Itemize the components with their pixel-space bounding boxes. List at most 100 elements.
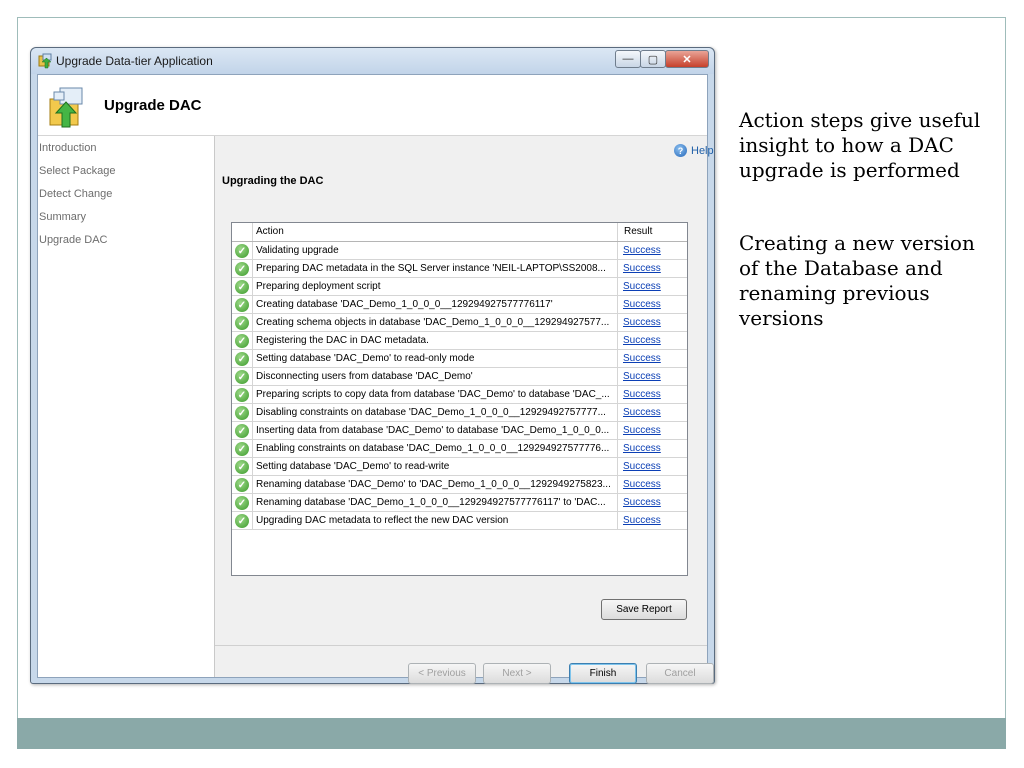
title-bar[interactable]: Upgrade Data-tier Application — ▢ ✕ bbox=[31, 48, 714, 74]
table-row[interactable]: ✓ Disconnecting users from database 'DAC_… bbox=[232, 368, 687, 386]
column-divider bbox=[252, 368, 253, 386]
nav-item-select-package[interactable]: Select Package bbox=[39, 165, 115, 177]
minimize-button[interactable]: — bbox=[615, 50, 641, 68]
previous-button[interactable]: < Previous bbox=[408, 663, 476, 684]
column-divider bbox=[617, 242, 618, 260]
row-result-link[interactable]: Success bbox=[623, 389, 661, 400]
success-check-icon: ✓ bbox=[235, 496, 249, 510]
nav-item-detect-change[interactable]: Detect Change bbox=[39, 188, 112, 200]
upgrade-dac-icon bbox=[49, 87, 83, 128]
cancel-button[interactable]: Cancel bbox=[646, 663, 714, 684]
row-result-link[interactable]: Success bbox=[623, 461, 661, 472]
row-result-link[interactable]: Success bbox=[623, 281, 661, 292]
page-title: Upgrade DAC bbox=[104, 97, 202, 114]
column-divider bbox=[252, 386, 253, 404]
success-check-icon: ✓ bbox=[235, 262, 249, 276]
row-result-link[interactable]: Success bbox=[623, 425, 661, 436]
row-action: Creating schema objects in database 'DAC… bbox=[256, 317, 610, 328]
close-icon: ✕ bbox=[682, 53, 692, 66]
column-divider bbox=[617, 332, 618, 350]
row-result-link[interactable]: Success bbox=[623, 263, 661, 274]
table-row[interactable]: ✓ Creating database 'DAC_Demo_1_0_0_0__12… bbox=[232, 296, 687, 314]
table-row[interactable]: ✓ Enabling constraints on database 'DAC_D… bbox=[232, 440, 687, 458]
table-row[interactable]: ✓ Preparing DAC metadata in the SQL Serve… bbox=[232, 260, 687, 278]
nav-item-summary[interactable]: Summary bbox=[39, 211, 86, 223]
success-check-icon: ✓ bbox=[235, 406, 249, 420]
footer-divider bbox=[215, 645, 707, 646]
previous-label: < Previous bbox=[418, 668, 466, 679]
column-divider bbox=[252, 314, 253, 332]
success-check-icon: ✓ bbox=[235, 370, 249, 384]
table-row[interactable]: ✓ Setting database 'DAC_Demo' to read-onl… bbox=[232, 350, 687, 368]
column-divider bbox=[617, 440, 618, 458]
finish-button[interactable]: Finish bbox=[569, 663, 637, 684]
slide-note-action-steps: Action steps give useful insight to how … bbox=[739, 108, 981, 182]
column-header-result[interactable]: Result bbox=[624, 226, 652, 237]
column-divider bbox=[617, 404, 618, 422]
success-check-icon: ✓ bbox=[235, 298, 249, 312]
next-label: Next > bbox=[502, 668, 532, 679]
table-row[interactable]: ✓ Renaming database 'DAC_Demo_1_0_0_0__12… bbox=[232, 494, 687, 512]
success-check-icon: ✓ bbox=[235, 244, 249, 258]
nav-item-introduction[interactable]: Introduction bbox=[39, 142, 96, 154]
column-divider bbox=[617, 314, 618, 332]
row-result-link[interactable]: Success bbox=[623, 407, 661, 418]
save-report-button[interactable]: Save Report bbox=[601, 599, 687, 620]
column-divider bbox=[252, 278, 253, 296]
wizard-nav: Introduction Select Package Detect Chang… bbox=[38, 136, 215, 677]
row-result-link[interactable]: Success bbox=[623, 299, 661, 310]
column-divider bbox=[252, 404, 253, 422]
table-row[interactable]: ✓ Disabling constraints on database 'DAC_… bbox=[232, 404, 687, 422]
column-divider bbox=[252, 296, 253, 314]
table-row[interactable]: ✓ Inserting data from database 'DAC_Demo'… bbox=[232, 422, 687, 440]
action-results-grid[interactable]: Action Result ✓ Validating upgrade Success… bbox=[231, 222, 688, 576]
column-divider bbox=[617, 512, 618, 530]
success-check-icon: ✓ bbox=[235, 334, 249, 348]
column-header-action[interactable]: Action bbox=[256, 226, 284, 237]
column-divider bbox=[617, 386, 618, 404]
row-result-link[interactable]: Success bbox=[623, 371, 661, 382]
row-result-link[interactable]: Success bbox=[623, 335, 661, 346]
table-row[interactable]: ✓ Validating upgrade Success bbox=[232, 242, 687, 260]
table-row[interactable]: ✓ Preparing deployment script Success bbox=[232, 278, 687, 296]
column-divider bbox=[617, 278, 618, 296]
table-row[interactable]: ✓ Preparing scripts to copy data from dat… bbox=[232, 386, 687, 404]
row-action: Creating database 'DAC_Demo_1_0_0_0__129… bbox=[256, 299, 553, 310]
column-divider bbox=[617, 296, 618, 314]
row-result-link[interactable]: Success bbox=[623, 443, 661, 454]
row-action: Disabling constraints on database 'DAC_D… bbox=[256, 407, 606, 418]
row-action: Preparing DAC metadata in the SQL Server… bbox=[256, 263, 606, 274]
row-result-link[interactable]: Success bbox=[623, 245, 661, 256]
row-action: Renaming database 'DAC_Demo_1_0_0_0__129… bbox=[256, 497, 606, 508]
close-button[interactable]: ✕ bbox=[665, 50, 709, 68]
slide-note-new-version: Creating a new version of the Database a… bbox=[739, 231, 975, 330]
row-result-link[interactable]: Success bbox=[623, 317, 661, 328]
row-result-link[interactable]: Success bbox=[623, 497, 661, 508]
dialog-client-area: Upgrade DAC Introduction Select Package … bbox=[37, 74, 714, 684]
help-link[interactable]: ? Help bbox=[674, 144, 714, 157]
column-divider bbox=[252, 422, 253, 440]
table-row[interactable]: ✓ Renaming database 'DAC_Demo' to 'DAC_De… bbox=[232, 476, 687, 494]
column-divider bbox=[252, 494, 253, 512]
row-result-link[interactable]: Success bbox=[623, 353, 661, 364]
next-button[interactable]: Next > bbox=[483, 663, 551, 684]
column-divider bbox=[617, 223, 618, 241]
table-row[interactable]: ✓ Upgrading DAC metadata to reflect the n… bbox=[232, 512, 687, 530]
column-divider bbox=[617, 476, 618, 494]
row-result-link[interactable]: Success bbox=[623, 515, 661, 526]
section-title: Upgrading the DAC bbox=[222, 175, 324, 187]
table-row[interactable]: ✓ Registering the DAC in DAC metadata. Suc… bbox=[232, 332, 687, 350]
success-check-icon: ✓ bbox=[235, 388, 249, 402]
maximize-button[interactable]: ▢ bbox=[640, 50, 666, 68]
table-row[interactable]: ✓ Setting database 'DAC_Demo' to read-wri… bbox=[232, 458, 687, 476]
row-action: Inserting data from database 'DAC_Demo' … bbox=[256, 425, 610, 436]
table-row[interactable]: ✓ Creating schema objects in database 'DA… bbox=[232, 314, 687, 332]
column-divider bbox=[617, 458, 618, 476]
row-action: Preparing scripts to copy data from data… bbox=[256, 389, 610, 400]
main-panel: ? Help Upgrading the DAC Action Result ✓… bbox=[215, 136, 714, 684]
column-divider bbox=[252, 332, 253, 350]
nav-item-upgrade-dac[interactable]: Upgrade DAC bbox=[39, 234, 107, 246]
column-divider bbox=[252, 350, 253, 368]
success-check-icon: ✓ bbox=[235, 352, 249, 366]
row-result-link[interactable]: Success bbox=[623, 479, 661, 490]
